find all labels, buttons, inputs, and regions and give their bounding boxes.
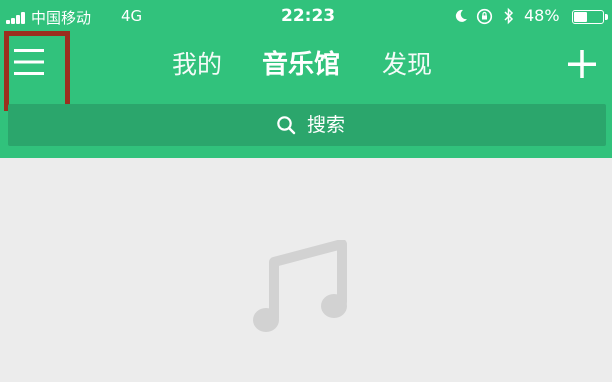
hamburger-menu-icon	[14, 49, 44, 75]
status-icons	[452, 6, 518, 26]
battery-percent: 48%	[524, 6, 560, 25]
status-bar: 中国移动 4G 22:23 48%	[0, 0, 612, 32]
tab-mine[interactable]: 我的	[172, 45, 222, 85]
plus-icon	[568, 50, 596, 78]
orientation-lock-icon	[476, 8, 493, 25]
search-bar[interactable]: 搜索	[8, 104, 606, 146]
music-note-icon	[253, 240, 347, 332]
add-button[interactable]	[562, 44, 602, 84]
moon-icon	[455, 9, 467, 22]
tab-discover[interactable]: 发现	[382, 45, 432, 85]
content-area	[0, 158, 612, 382]
carrier-name: 中国移动	[31, 9, 92, 27]
search-icon	[277, 116, 296, 135]
bluetooth-icon	[504, 7, 514, 25]
tab-music-hall[interactable]: 音乐馆	[262, 45, 340, 85]
status-time: 22:23	[281, 6, 336, 26]
signal-strength-icon	[6, 12, 28, 24]
battery-level-fill	[574, 12, 588, 22]
search-placeholder: 搜索	[307, 114, 346, 136]
network-type: 4G	[121, 7, 143, 25]
menu-button[interactable]	[4, 31, 70, 111]
battery-icon	[572, 10, 608, 24]
app-header: 中国移动 4G 22:23 48% 我的 音乐馆 发现 搜索	[0, 0, 612, 158]
